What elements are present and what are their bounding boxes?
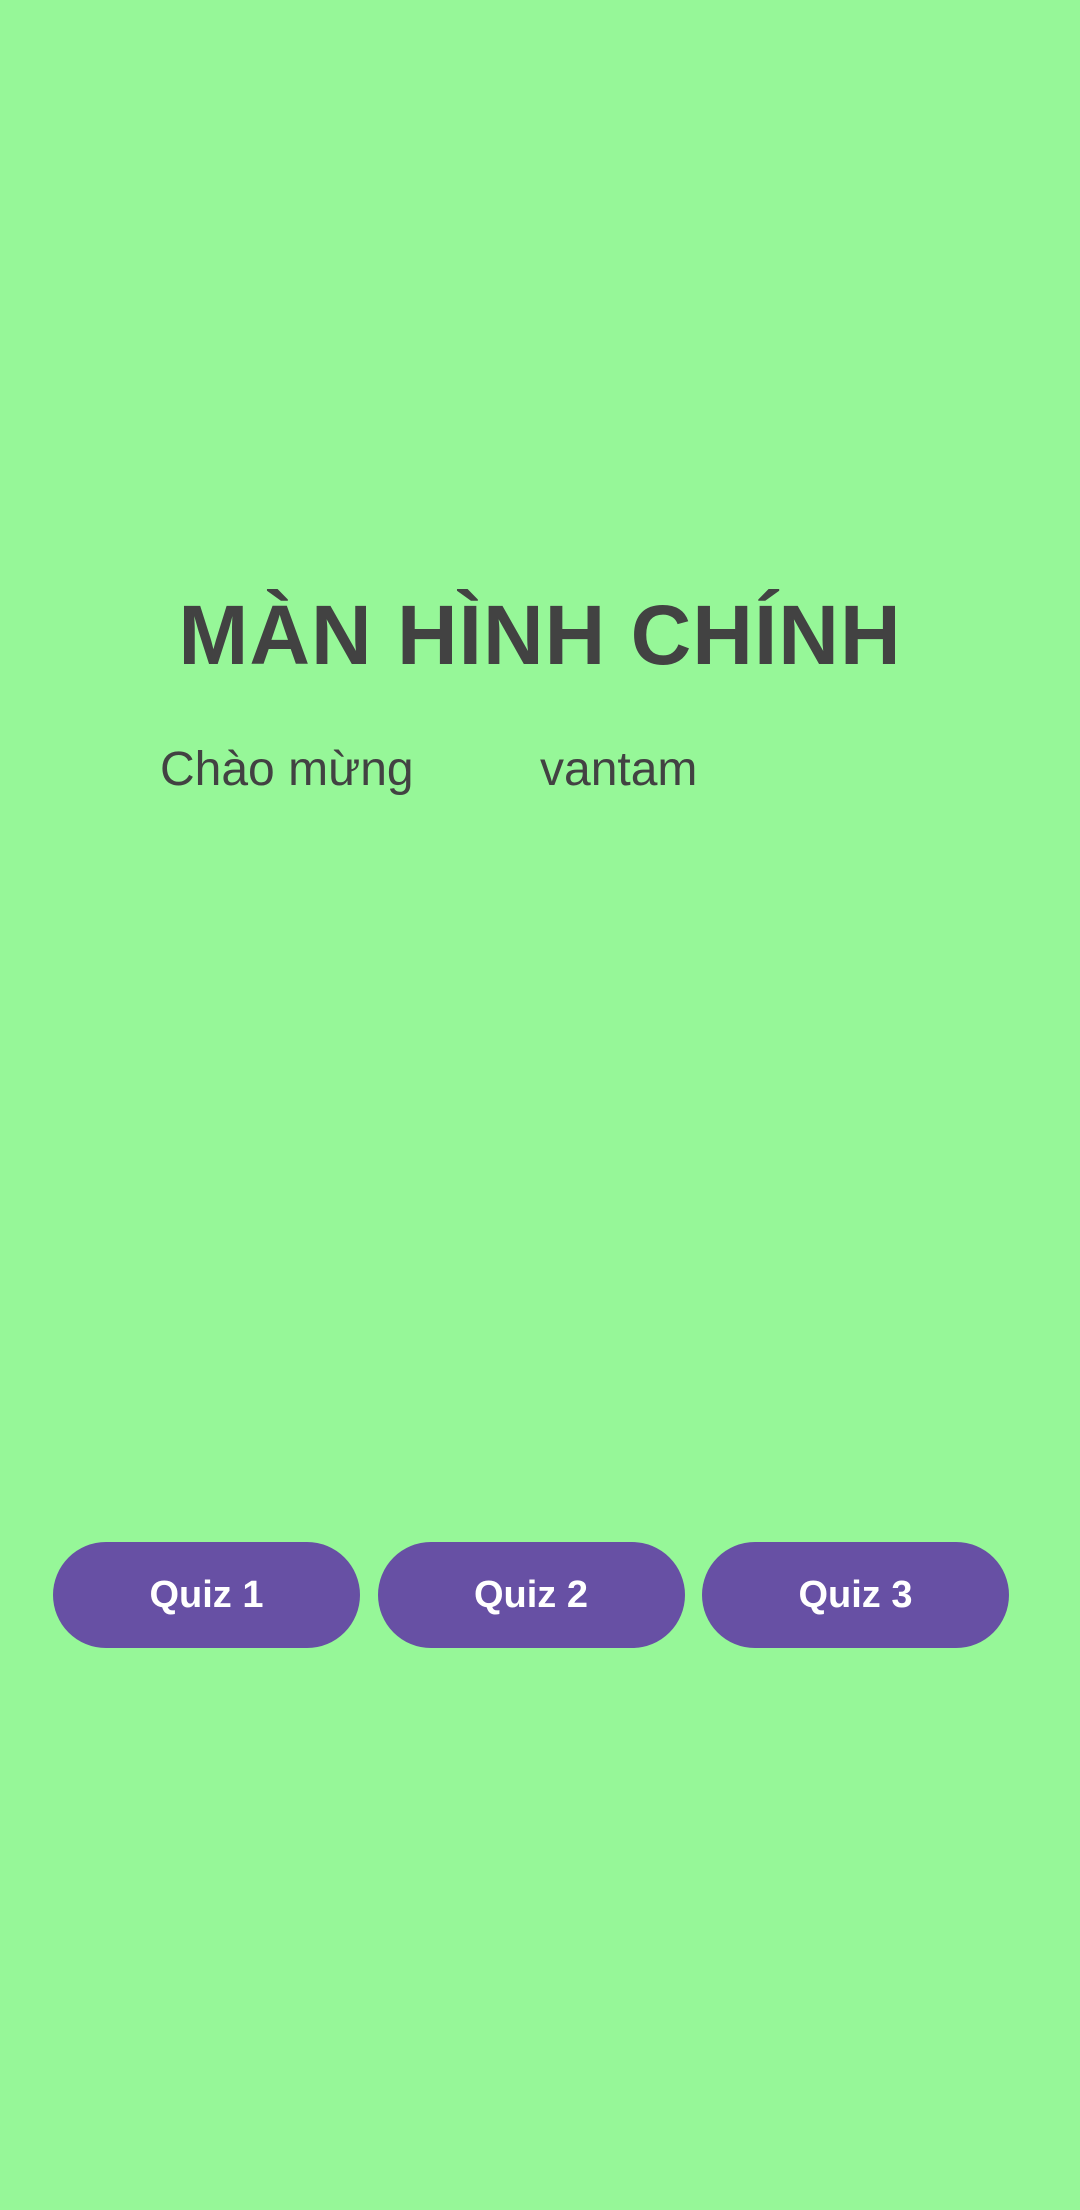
welcome-label: Chào mừng	[160, 743, 414, 796]
quiz-3-button[interactable]: Quiz 3	[702, 1542, 1009, 1648]
quiz-2-button[interactable]: Quiz 2	[377, 1542, 685, 1648]
username-text: vantam	[540, 743, 698, 796]
page-title: MÀN HÌNH CHÍNH	[178, 588, 902, 682]
quiz-button-row: Quiz 1 Quiz 2 Quiz 3	[53, 1542, 1009, 1648]
main-screen: MÀN HÌNH CHÍNH Chào mừng vantam Quiz 1 Q…	[0, 0, 1080, 2210]
quiz-1-button[interactable]: Quiz 1	[53, 1542, 360, 1648]
